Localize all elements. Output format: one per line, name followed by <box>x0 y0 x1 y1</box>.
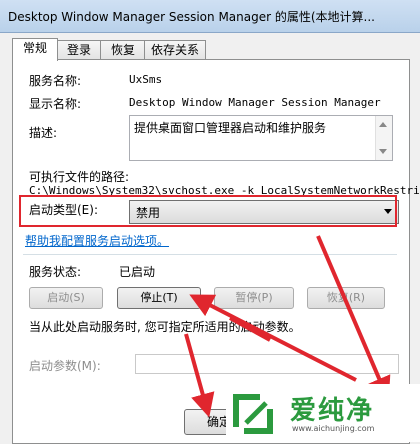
watermark: 爱纯净 www.aichunjing.com <box>226 384 420 442</box>
service-name-label: 服务名称: <box>29 74 82 88</box>
window-title: Desktop Window Manager Session Manager 的… <box>8 10 375 24</box>
tab-general[interactable]: 常规 <box>12 38 58 61</box>
service-name-value: UxSms <box>129 73 163 86</box>
scroll-up-icon[interactable] <box>379 122 387 127</box>
start-button[interactable]: 启动(S) <box>29 287 103 309</box>
pause-button[interactable]: 暂停(P) <box>214 287 294 309</box>
tab-logon[interactable]: 登录 <box>56 40 102 59</box>
brand-logo-icon <box>233 394 273 434</box>
description-label: 描述: <box>29 126 58 140</box>
description-box[interactable]: 提供桌面窗口管理器启动和维护服务 <box>129 115 393 161</box>
service-status-value: 已启动 <box>119 265 156 279</box>
display-name-label: 显示名称: <box>29 97 82 111</box>
exe-path-label: 可执行文件的路径: <box>29 170 130 184</box>
scroll-down-icon[interactable] <box>379 149 387 154</box>
tab-recovery[interactable]: 恢复 <box>100 40 146 59</box>
start-params-input[interactable] <box>135 354 399 374</box>
brand-url: www.aichunjing.com <box>292 424 375 433</box>
start-params-hint: 当从此处启动服务时, 您可指定所适用的启动参数。 <box>29 320 301 334</box>
divider <box>23 254 397 255</box>
tab-dependencies[interactable]: 依存关系 <box>144 40 206 59</box>
brand-name: 爱纯净 <box>290 396 375 426</box>
display-name-value: Desktop Window Manager Session Manager <box>129 96 381 109</box>
highlight-box <box>19 195 397 227</box>
help-link[interactable]: 帮助我配置服务启动选项。 <box>25 232 169 249</box>
start-params-label: 启动参数(M): <box>29 359 101 373</box>
resume-button[interactable]: 恢复(R) <box>307 287 385 309</box>
description-value: 提供桌面窗口管理器启动和维护服务 <box>134 121 327 135</box>
stop-button[interactable]: 停止(T) <box>117 287 201 309</box>
service-status-label: 服务状态: <box>29 265 82 279</box>
title-bar: Desktop Window Manager Session Manager 的… <box>0 0 420 33</box>
description-scrollbar[interactable] <box>375 116 392 160</box>
